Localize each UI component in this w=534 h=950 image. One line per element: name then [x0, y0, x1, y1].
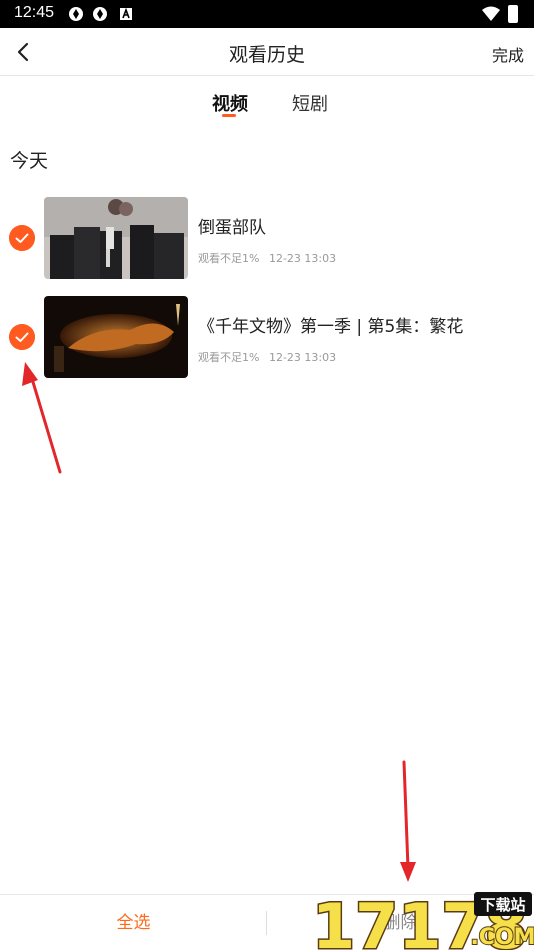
watch-progress: 观看不足1% [198, 351, 260, 364]
checked-icon[interactable] [9, 324, 35, 350]
video-thumbnail[interactable] [44, 296, 188, 378]
status-time: 12:45 [14, 4, 55, 21]
video-title[interactable]: 《千年文物》第一季 | 第5集：繁花 [198, 312, 463, 337]
watch-progress: 观看不足1% [198, 252, 260, 265]
app-icon [69, 7, 83, 21]
svg-text:.COM: .COM [470, 925, 534, 950]
top-app-bar: 观看历史 完成 [0, 28, 534, 76]
a-icon [120, 7, 132, 20]
section-title-today: 今天 [10, 150, 49, 172]
annotation-overlay [22, 362, 416, 882]
watch-date: 12-23 13:03 [268, 351, 337, 364]
video-title[interactable]: 倒蛋部队 [198, 213, 266, 238]
page-title: 观看历史 [228, 44, 305, 66]
video-thumbnail[interactable] [44, 197, 188, 279]
active-tab-indicator [222, 114, 236, 117]
tab-bar: 视频 短剧 [0, 86, 534, 122]
site-watermark: 17178 下载站 .COM [311, 890, 534, 950]
annotation-arrow [400, 760, 416, 882]
svg-text:下载站: 下载站 [480, 896, 525, 914]
app-icon [93, 7, 107, 21]
done-button[interactable]: 完成 [492, 42, 524, 66]
watch-meta: 观看不足1% 12-23 13:03 [198, 250, 336, 266]
wifi-icon [482, 6, 500, 21]
list-item[interactable]: 《千年文物》第一季 | 第5集：繁花 观看不足1% 12-23 13:03 [0, 296, 534, 380]
watch-meta: 观看不足1% 12-23 13:03 [198, 349, 336, 365]
select-all-button[interactable]: 全选 [0, 895, 267, 950]
checked-icon[interactable] [9, 225, 35, 251]
tab-video[interactable]: 视频 [212, 90, 248, 116]
list-item[interactable]: 倒蛋部队 观看不足1% 12-23 13:03 [0, 197, 534, 281]
status-bar: 12:45 [0, 0, 534, 28]
watch-date: 12-23 13:03 [268, 252, 337, 265]
tab-short-drama[interactable]: 短剧 [292, 90, 328, 116]
battery-icon [508, 5, 518, 23]
